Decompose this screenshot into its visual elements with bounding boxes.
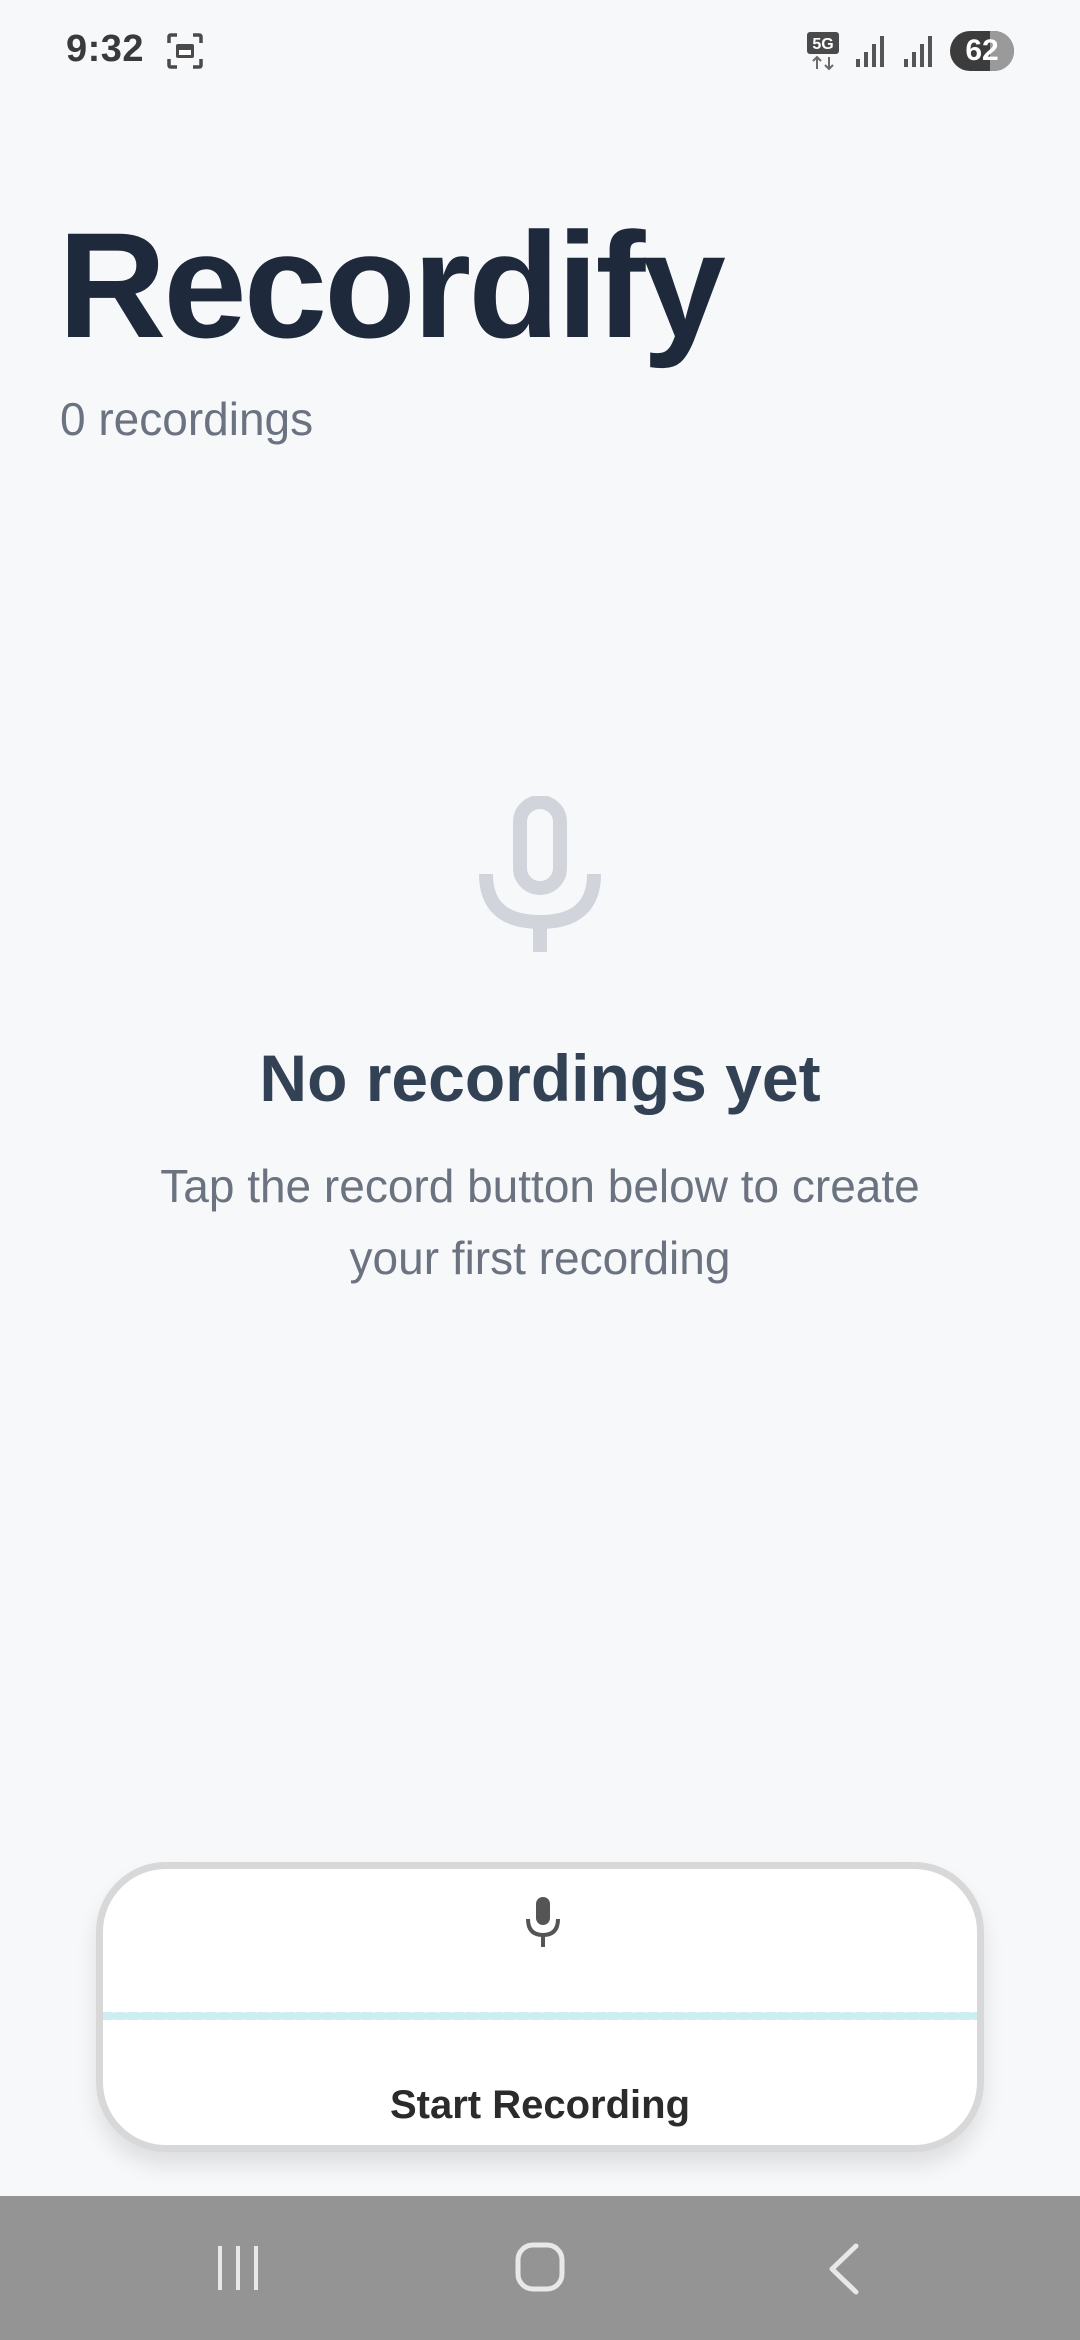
svg-text:5G: 5G bbox=[812, 36, 833, 53]
screenshot-icon bbox=[167, 33, 203, 69]
waveform-indicator bbox=[103, 2012, 977, 2020]
5g-icon: 5G bbox=[807, 32, 839, 71]
recents-icon[interactable] bbox=[214, 2242, 262, 2294]
status-time: 9:32 bbox=[66, 28, 145, 70]
start-recording-button[interactable]: Start Recording bbox=[96, 1862, 984, 2152]
microphone-icon bbox=[479, 796, 601, 952]
empty-state-subtitle: Tap the record button below to create yo… bbox=[160, 1160, 920, 1284]
microphone-icon bbox=[526, 1897, 560, 1947]
app-title: Recordify bbox=[58, 201, 726, 369]
battery-level: 62 bbox=[965, 34, 999, 67]
back-icon[interactable] bbox=[826, 2242, 862, 2296]
recordings-count: 0 recordings bbox=[60, 393, 314, 445]
system-nav-bar bbox=[0, 2196, 1080, 2340]
home-icon[interactable] bbox=[514, 2240, 566, 2294]
battery-icon: 62 bbox=[950, 31, 1014, 71]
signal-icon bbox=[856, 36, 884, 67]
status-icons: 5G 62 bbox=[806, 28, 1014, 74]
start-recording-label: Start Recording bbox=[389, 2083, 691, 2127]
signal-icon bbox=[904, 36, 932, 67]
empty-state-title: No recordings yet bbox=[259, 1041, 821, 1115]
status-bar: 9:32 5G 62 bbox=[0, 0, 1080, 100]
